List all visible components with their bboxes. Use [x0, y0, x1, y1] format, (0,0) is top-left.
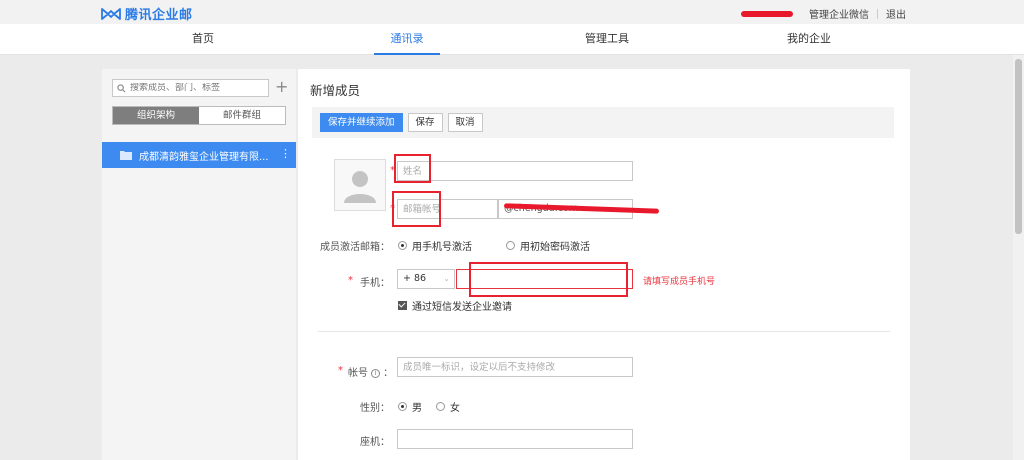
- save-continue-button[interactable]: 保存并继续添加: [320, 113, 403, 132]
- search-input[interactable]: [130, 83, 265, 93]
- divider: [318, 331, 890, 332]
- manage-wework-link[interactable]: 管理企业微信: [809, 6, 869, 21]
- page-title: 新增成员: [310, 83, 361, 98]
- phone-input[interactable]: [456, 269, 633, 289]
- tab-home[interactable]: 首页: [185, 24, 221, 55]
- radio-label: 用初始密码激活: [520, 242, 590, 253]
- tab-my-company[interactable]: 我的企业: [784, 24, 834, 55]
- radio-dot: [506, 241, 515, 250]
- landline-label: 座机：: [360, 437, 390, 448]
- add-member-panel: 新增成员 保存并继续添加 保存 取消 * * @chengdu.com 成员激活…: [298, 69, 910, 460]
- logout-link[interactable]: 退出: [886, 6, 906, 21]
- user-links: 管理企业微信 退出: [741, 6, 906, 21]
- scrollbar-thumb[interactable]: [1015, 59, 1022, 234]
- user-name-redacted: [741, 10, 793, 17]
- email-domain[interactable]: @chengdu.com: [498, 199, 633, 219]
- required-mark: *: [338, 365, 343, 376]
- radio-dot: [398, 241, 407, 250]
- divider: [877, 8, 878, 19]
- scrollbar[interactable]: [1013, 55, 1024, 460]
- search-box[interactable]: [112, 79, 269, 97]
- sidebar: + 组织架构 邮件群组 成都清韵雅玺企业管理有限... ⋮: [102, 69, 296, 460]
- country-code: + 86: [403, 273, 427, 284]
- main-nav: 首页 通讯录 管理工具 我的企业: [0, 24, 1024, 55]
- radio-label: 男: [412, 403, 422, 414]
- phone-label: 手机：: [360, 278, 390, 289]
- logo[interactable]: 腾讯企业邮: [100, 4, 193, 23]
- phone-error: 请填写成员手机号: [643, 277, 716, 287]
- logo-text: 腾讯企业邮: [125, 8, 193, 23]
- save-button[interactable]: 保存: [407, 113, 443, 132]
- account-input[interactable]: [397, 357, 633, 377]
- plus-icon[interactable]: +: [275, 77, 288, 97]
- name-input[interactable]: [397, 161, 633, 181]
- info-icon[interactable]: i: [371, 368, 380, 378]
- more-icon[interactable]: ⋮: [280, 148, 291, 160]
- tab-contacts[interactable]: 通讯录: [374, 24, 440, 55]
- radio-dot: [398, 402, 407, 411]
- activation-label: 成员激活邮箱：: [320, 242, 390, 253]
- landline-input[interactable]: [397, 429, 633, 449]
- logo-icon: [101, 7, 121, 20]
- radio-password-activation[interactable]: 用初始密码激活: [506, 238, 590, 253]
- required-mark: *: [390, 165, 395, 176]
- radio-dot: [436, 402, 445, 411]
- org-tree-item[interactable]: 成都清韵雅玺企业管理有限... ⋮: [102, 142, 296, 168]
- search-icon: [117, 83, 126, 92]
- radio-label: 女: [450, 403, 460, 414]
- radio-gender-male[interactable]: 男: [398, 399, 422, 414]
- tab-org-structure[interactable]: 组织架构: [113, 107, 199, 124]
- radio-gender-female[interactable]: 女: [436, 399, 460, 414]
- account-label: 帐号 i ：: [348, 368, 394, 379]
- cancel-button[interactable]: 取消: [447, 113, 483, 132]
- folder-icon: [120, 151, 132, 160]
- required-mark: *: [348, 275, 353, 286]
- tab-mail-groups[interactable]: 邮件群组: [199, 107, 285, 124]
- account-label-text: 帐号: [348, 368, 368, 379]
- sidebar-tabs: 组织架构 邮件群组: [112, 106, 286, 125]
- email-account-input[interactable]: [397, 199, 498, 219]
- radio-label: 用手机号激活: [412, 242, 472, 253]
- chevron-down-icon: ⌄: [443, 274, 450, 283]
- user-placeholder-icon: [344, 171, 376, 203]
- tab-admin-tools[interactable]: 管理工具: [582, 24, 632, 55]
- country-code-select[interactable]: + 86 ⌄: [397, 269, 455, 289]
- radio-phone-activation[interactable]: 用手机号激活: [398, 238, 472, 253]
- avatar[interactable]: [334, 159, 386, 211]
- checkbox-box: [398, 301, 407, 310]
- form-toolbar: 保存并继续添加 保存 取消: [312, 107, 894, 138]
- required-mark: *: [390, 203, 395, 214]
- gender-label: 性别：: [360, 403, 390, 414]
- sms-invite-checkbox[interactable]: 通过短信发送企业邀请: [398, 298, 512, 313]
- org-name: 成都清韵雅玺企业管理有限...: [139, 151, 269, 163]
- checkbox-label: 通过短信发送企业邀请: [412, 302, 512, 313]
- top-bar: 腾讯企业邮 管理企业微信 退出: [0, 0, 1024, 24]
